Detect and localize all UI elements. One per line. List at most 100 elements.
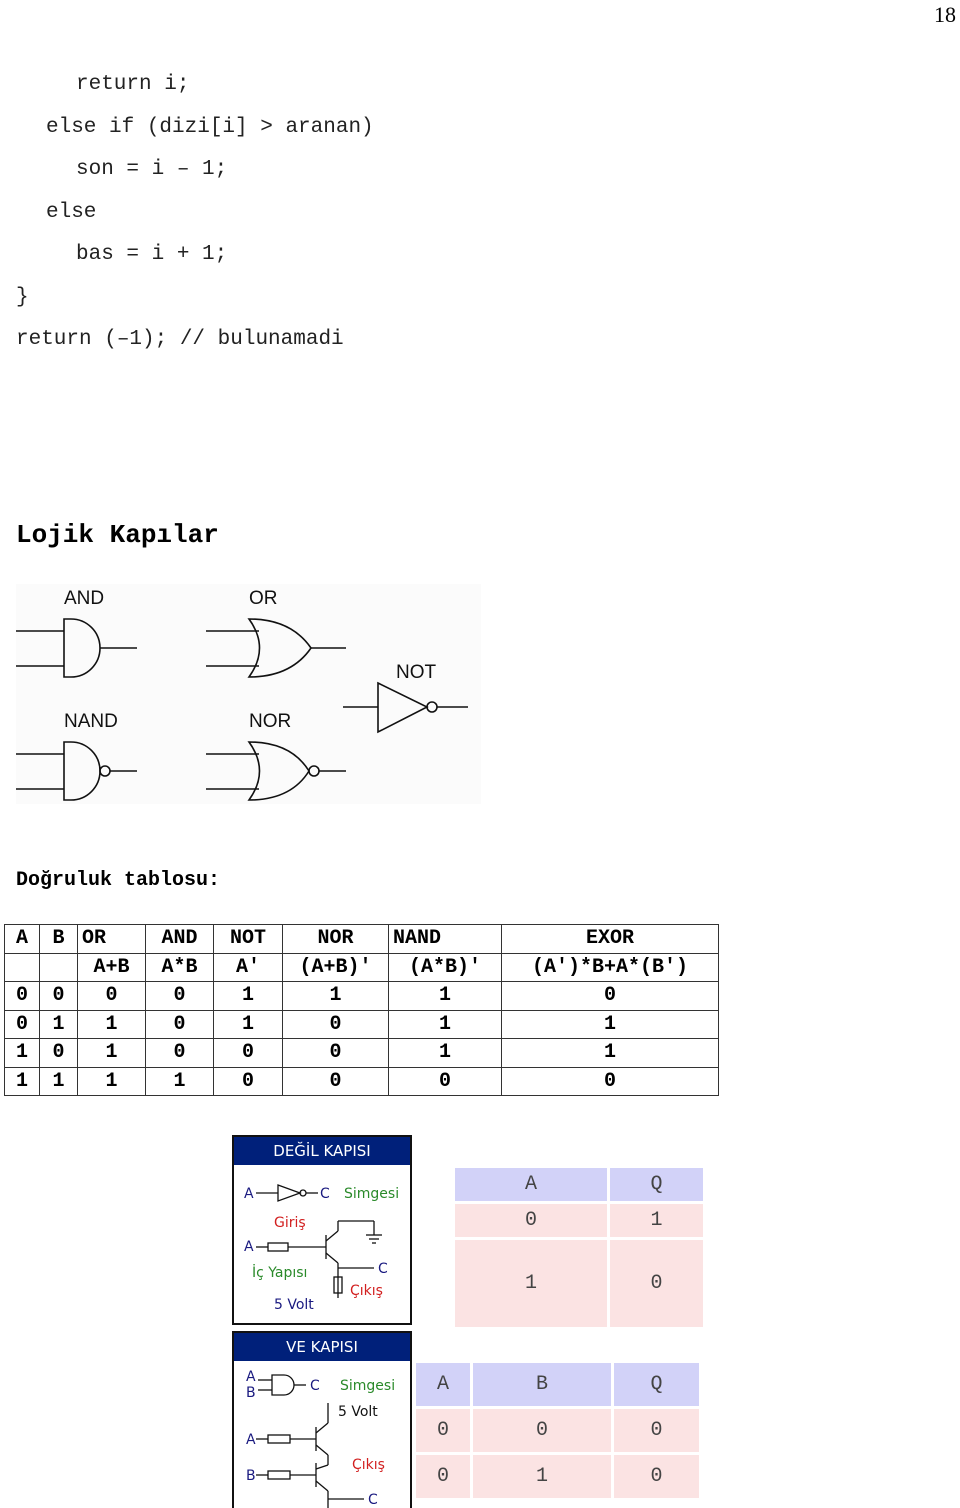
nand-label: NAND: [64, 711, 118, 732]
cell: 1: [145, 1066, 214, 1096]
cell: 1: [4, 1038, 40, 1068]
and-input-a-label: A: [246, 1369, 256, 1385]
cell: 0: [213, 1038, 283, 1068]
cell: 0: [145, 981, 214, 1011]
and-gate-icon: [16, 618, 137, 678]
and-panel-title: VE KAPISI: [234, 1333, 410, 1361]
or-gate-icon: [206, 618, 346, 678]
not-input-caption: Giriş: [274, 1215, 306, 1231]
cell: 0: [614, 1455, 699, 1498]
code-line: else: [46, 201, 97, 224]
table-row: 0 1: [455, 1204, 703, 1237]
cell: 1: [501, 1009, 719, 1039]
cell: 0: [501, 981, 719, 1011]
cell: 0: [39, 1038, 78, 1068]
cell: 0: [213, 1066, 283, 1096]
cell: 0: [145, 1038, 214, 1068]
table-row: 11110000: [4, 1066, 719, 1096]
cell: 1: [39, 1066, 78, 1096]
cell: 0: [282, 1038, 389, 1068]
header-cell: B: [473, 1363, 611, 1406]
cell: 0: [282, 1066, 389, 1096]
not-gate-panel: DEĞİL KAPISI A C Simgesi Giriş A C İç Ya…: [232, 1135, 412, 1325]
header-cell: Q: [614, 1363, 699, 1406]
not-structure-caption: İç Yapısı: [252, 1263, 307, 1281]
and-symbol-label: Simgesi: [340, 1378, 395, 1394]
cell: 0: [282, 1009, 389, 1039]
not-input-label: A: [244, 1186, 254, 1202]
header-cell: NOT: [213, 924, 283, 954]
code-line: else if (dizi[i] > aranan): [46, 116, 374, 139]
not-output-label: C: [320, 1186, 330, 1202]
truth-table-header-row: A B OR AND NOT NOR NAND EXOR: [4, 924, 719, 954]
cell: 0: [4, 1009, 40, 1039]
header-cell: NAND: [388, 924, 502, 954]
and-table-header: A B Q: [416, 1363, 699, 1406]
cell: 1: [77, 1009, 146, 1039]
and-output-caption: Çıkış: [352, 1457, 385, 1473]
cell: 1: [282, 981, 389, 1011]
cell: 1: [39, 1009, 78, 1039]
code-line: return (–1); // bulunamadi: [16, 328, 344, 351]
cell: 1: [213, 1009, 283, 1039]
header-cell: A: [416, 1363, 470, 1406]
cell: 0: [614, 1409, 699, 1452]
header-cell: NOR: [282, 924, 389, 954]
cell: 0: [501, 1066, 719, 1096]
cell: 0: [455, 1204, 607, 1237]
table-row: 00001110: [4, 981, 719, 1011]
cell: 0: [416, 1409, 470, 1452]
cell: 0: [610, 1240, 703, 1327]
cell: 0: [4, 981, 40, 1011]
table-row: 0 0 0: [416, 1409, 699, 1452]
header-cell: B: [39, 924, 78, 954]
cell: 0: [77, 981, 146, 1011]
expression-cell: (A*B)′: [388, 952, 502, 982]
and-circuit-output-label: C: [368, 1492, 378, 1508]
not-symbol-icon: [256, 1184, 318, 1202]
and-input-b-label: B: [246, 1385, 256, 1401]
cell: 1: [388, 981, 502, 1011]
header-cell: AND: [145, 924, 214, 954]
header-cell: A: [4, 924, 40, 954]
not-output-caption: Çıkış: [350, 1283, 383, 1299]
section-title: Lojik Kapılar: [16, 520, 219, 550]
header-cell: OR: [77, 924, 146, 954]
not-gate-icon: [343, 681, 468, 734]
not-panel-title: DEĞİL KAPISI: [234, 1137, 410, 1165]
cell: 0: [416, 1455, 470, 1498]
cell: 1: [388, 1038, 502, 1068]
truth-table: A B OR AND NOT NOR NAND EXOR A+B A*B A′ …: [4, 924, 719, 1096]
code-line: return i;: [76, 73, 190, 96]
code-line: }: [16, 286, 29, 309]
and-voltage-label: 5 Volt: [338, 1404, 378, 1420]
truth-table-title: Doğruluk tablosu:: [16, 869, 221, 892]
not-label: NOT: [396, 662, 437, 683]
cell: 0: [388, 1066, 502, 1096]
cell: 1: [455, 1240, 607, 1327]
expression-cell: A*B: [145, 952, 214, 982]
cell: 1: [77, 1066, 146, 1096]
cell: 1: [501, 1038, 719, 1068]
and-output-label: C: [310, 1378, 320, 1394]
not-table-header: A Q: [455, 1168, 703, 1201]
not-symbol-label: Simgesi: [344, 1186, 399, 1202]
header-cell: A: [455, 1168, 607, 1201]
and-gate-panel: VE KAPISI A B C Simgesi 5 Volt A B Çıkış…: [232, 1331, 412, 1508]
cell: 0: [473, 1409, 611, 1452]
cell: 1: [213, 981, 283, 1011]
truth-table-expression-row: A+B A*B A′ (A+B)′ (A*B)′ (A′)*B+A*(B′): [4, 952, 719, 982]
table-row: 10100011: [4, 1038, 719, 1068]
expression-cell: (A+B)′: [282, 952, 389, 982]
code-line: bas = i + 1;: [76, 243, 228, 266]
expression-cell: [39, 952, 78, 982]
expression-cell: A+B: [77, 952, 146, 982]
expression-cell: (A′)*B+A*(B′): [501, 952, 719, 982]
and-transistor-a-label: A: [246, 1432, 256, 1448]
cell: 1: [388, 1009, 502, 1039]
not-transistor-input-label: A: [244, 1239, 254, 1255]
cell: 1: [77, 1038, 146, 1068]
and-truth-table: A B Q 0 0 0 0 1 0: [413, 1360, 702, 1501]
cell: 1: [4, 1066, 40, 1096]
code-line: son = i – 1;: [76, 158, 228, 181]
